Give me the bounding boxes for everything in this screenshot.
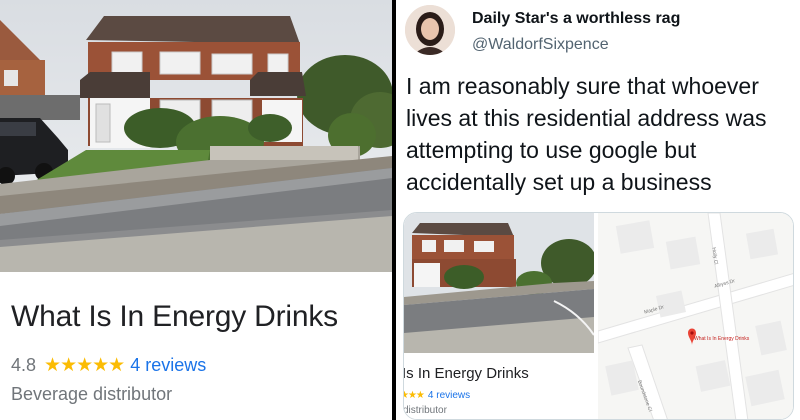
media-house-illustration xyxy=(404,213,594,353)
reviews-link[interactable]: 4 reviews xyxy=(130,355,206,376)
business-info: What Is In Energy Drinks 4.8 ★★★★★ 4 rev… xyxy=(0,272,392,420)
tweet-card: Daily Star's a worthless rag @WaldorfSix… xyxy=(396,0,800,420)
media-house-photo xyxy=(404,213,594,353)
avatar[interactable] xyxy=(405,5,455,55)
map-illustration xyxy=(598,213,793,419)
media-reviews-link: 4 reviews xyxy=(427,390,471,401)
avatar-portrait-icon xyxy=(405,5,455,55)
rating-row: 4.8 ★★★★★ 4 reviews xyxy=(11,354,206,377)
media-map[interactable]: What Is In Energy Drinks Maple Dr Albyss… xyxy=(598,213,793,419)
house-photo-illustration xyxy=(0,0,392,272)
star-rating-icon: ★★★★★ xyxy=(44,355,125,376)
media-business-category: distributor xyxy=(403,405,447,416)
rating-value: 4.8 xyxy=(11,355,37,375)
street-view-photo[interactable] xyxy=(0,0,392,272)
media-rating-row: ★★★ 4 reviews xyxy=(404,390,471,401)
map-pin-label: What Is In Energy Drinks xyxy=(694,336,750,342)
display-name[interactable]: Daily Star's a worthless rag xyxy=(472,10,680,28)
media-business-name: Is In Energy Drinks xyxy=(403,365,529,382)
user-handle[interactable]: @WaldorfSixpence xyxy=(472,36,609,54)
business-category: Beverage distributor xyxy=(11,384,173,404)
media-star-icon: ★★★ xyxy=(404,390,425,401)
tweet-text: I am reasonably sure that whoever lives … xyxy=(406,73,767,195)
media-screenshot-listing[interactable]: Is In Energy Drinks ★★★ 4 reviews distri… xyxy=(403,213,594,419)
business-name[interactable]: What Is In Energy Drinks xyxy=(11,300,338,334)
tweet-media[interactable]: Is In Energy Drinks ★★★ 4 reviews distri… xyxy=(403,212,794,420)
maps-listing-panel: What Is In Energy Drinks 4.8 ★★★★★ 4 rev… xyxy=(0,0,392,420)
